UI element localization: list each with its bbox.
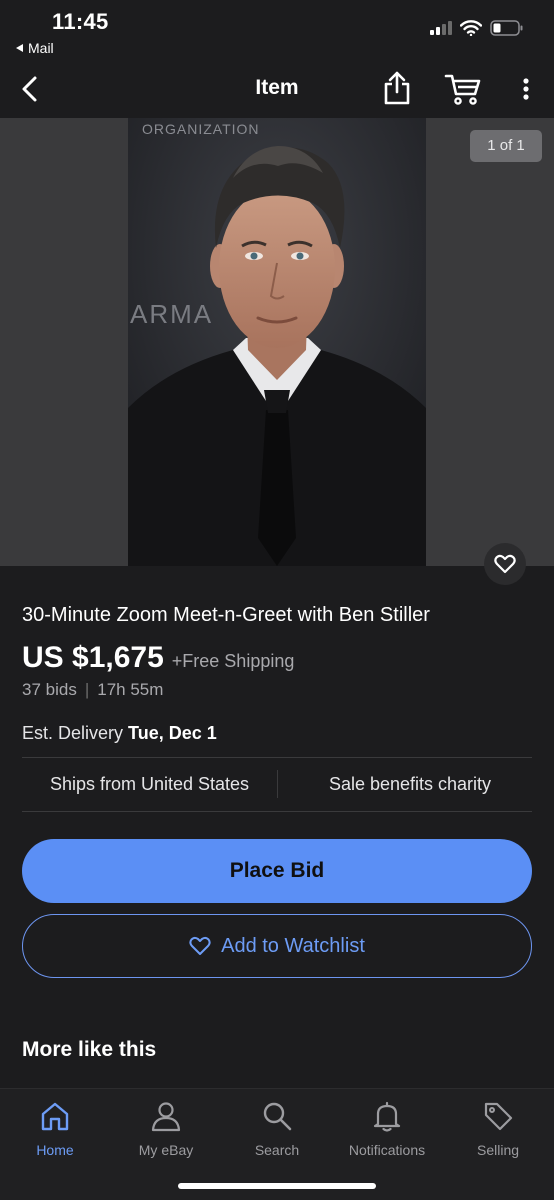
item-price: US $1,675 (22, 641, 164, 674)
delivery-row: Est. Delivery Tue, Dec 1 (22, 723, 217, 744)
bid-count[interactable]: 37 bids (22, 680, 77, 700)
search-icon (260, 1099, 294, 1133)
item-photo-gallery[interactable]: ORGANIZATION ARMA (0, 118, 554, 566)
battery-icon (490, 20, 523, 36)
back-app-label: Mail (28, 40, 54, 56)
wifi-icon (460, 20, 482, 36)
share-icon (384, 71, 410, 105)
ships-from-label: Ships from United States (49, 774, 250, 794)
tab-home[interactable]: Home (0, 1097, 110, 1163)
divider-top (22, 757, 532, 758)
watch-heart-button[interactable] (484, 543, 526, 585)
home-icon (38, 1099, 72, 1133)
back-button[interactable] (16, 72, 46, 106)
status-time: 11:45 (52, 9, 109, 34)
status-bar: 11:45 Mail (0, 0, 554, 60)
watchlist-label: Add to Watchlist (221, 934, 365, 957)
item-title: 30-Minute Zoom Meet-n-Greet with Ben Sti… (22, 604, 430, 626)
status-icons (430, 20, 524, 36)
item-photo[interactable]: ORGANIZATION ARMA (128, 118, 426, 566)
tab-home-label: Home (36, 1142, 74, 1158)
item-screen: 11:45 Mail Item ORGANIZATION ARMA 1 of 1… (0, 0, 554, 1200)
place-bid-button[interactable]: Place Bid (22, 839, 532, 903)
price-row: US $1,675 +Free Shipping (22, 641, 294, 675)
heart-outline-icon (189, 936, 211, 955)
cart-button[interactable] (444, 72, 482, 106)
bell-icon (370, 1099, 404, 1133)
chevron-left-icon (22, 76, 37, 102)
tab-search-label: Search (254, 1142, 300, 1158)
home-indicator[interactable] (178, 1183, 376, 1189)
person-icon (149, 1099, 183, 1133)
charity-label[interactable]: Sale benefits charity (278, 774, 542, 795)
tab-search[interactable]: Search (222, 1097, 332, 1163)
back-triangle-icon (16, 44, 23, 52)
time-left: 17h 55m (97, 680, 164, 699)
bids-row: 37 bids | 17h 55m (22, 680, 163, 700)
tab-my-ebay[interactable]: My eBay (111, 1097, 221, 1163)
bids-separator: | (84, 680, 90, 699)
shipping-info: +Free Shipping (171, 651, 295, 671)
delivery-date: Tue, Dec 1 (128, 723, 217, 743)
tag-icon (481, 1099, 515, 1133)
tab-notifications-label: Notifications (348, 1142, 426, 1158)
more-like-this-heading: More like this (22, 1038, 157, 1061)
backdrop-text-2: ARMA (130, 299, 213, 329)
divider-bottom (22, 811, 532, 812)
signal-icon (430, 21, 452, 35)
add-to-watchlist-button[interactable]: Add to Watchlist (22, 914, 532, 978)
share-button[interactable] (380, 70, 414, 106)
nav-bar: Item (0, 60, 554, 118)
portrait-image: ORGANIZATION ARMA (128, 118, 426, 566)
tab-selling-label: Selling (476, 1142, 520, 1158)
delivery-label: Est. Delivery (22, 723, 124, 743)
backdrop-text: ORGANIZATION (142, 121, 260, 137)
heart-icon (494, 554, 516, 574)
tab-selling[interactable]: Selling (443, 1097, 553, 1163)
more-vertical-icon (523, 78, 529, 100)
tab-my-ebay-label: My eBay (138, 1142, 194, 1158)
more-options-button[interactable] (514, 72, 538, 106)
tab-notifications[interactable]: Notifications (332, 1097, 442, 1163)
cart-icon (444, 74, 481, 105)
photo-counter-badge: 1 of 1 (470, 130, 542, 162)
back-to-app-link[interactable]: Mail (16, 40, 54, 56)
